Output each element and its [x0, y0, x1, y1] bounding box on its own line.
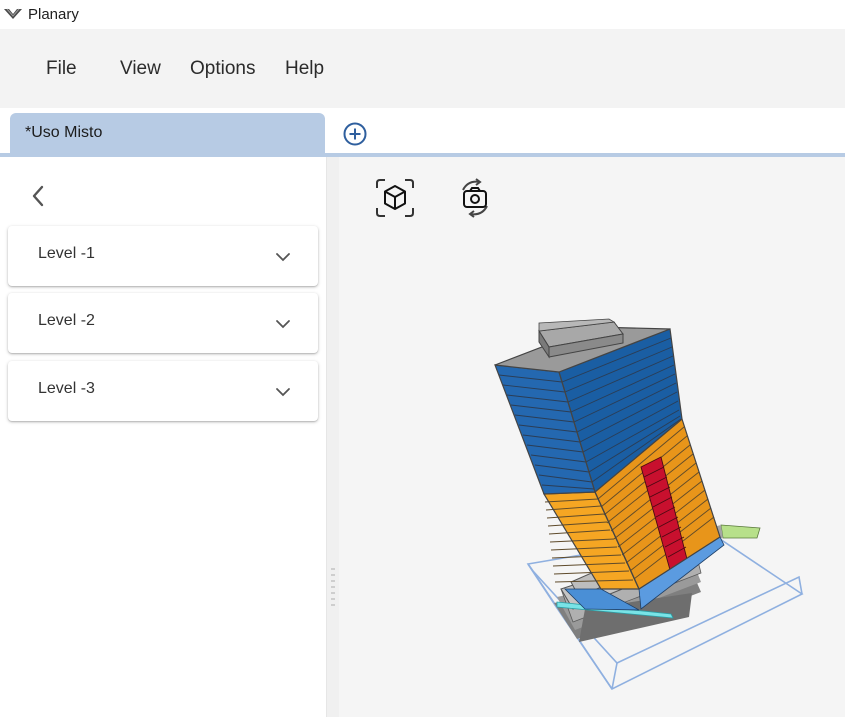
chevron-down-icon[interactable] — [274, 383, 292, 401]
level-label: Level -1 — [38, 245, 95, 262]
menu-view[interactable]: View — [120, 58, 161, 80]
title-bar: Planary — [0, 0, 845, 29]
planary-logo-icon — [4, 8, 22, 19]
level-label: Level -2 — [38, 312, 95, 329]
sidebar: Level -1 Level -2 Level -3 — [0, 157, 326, 717]
menu-file[interactable]: File — [46, 58, 77, 80]
tab-uso-misto[interactable]: *Uso Misto — [10, 113, 325, 155]
drag-grip-icon[interactable] — [331, 567, 335, 611]
level-card-2[interactable]: Level -2 — [8, 293, 318, 353]
chevron-down-icon[interactable] — [274, 315, 292, 333]
chevron-down-icon[interactable] — [274, 248, 292, 266]
tab-bar: *Uso Misto — [0, 108, 845, 155]
plus-circle-icon[interactable] — [342, 121, 368, 147]
panel-splitter[interactable] — [326, 157, 339, 717]
tab-label: *Uso Misto — [25, 124, 103, 141]
menu-options[interactable]: Options — [190, 58, 255, 80]
3d-viewport[interactable] — [339, 157, 845, 717]
level-card-1[interactable]: Level -1 — [8, 226, 318, 286]
app-title: Planary — [28, 6, 79, 23]
building-3d-model — [494, 318, 804, 691]
chevron-left-icon[interactable] — [26, 181, 50, 211]
menu-help[interactable]: Help — [285, 58, 324, 80]
menu-bar: File View Options Help — [0, 29, 845, 108]
level-card-3[interactable]: Level -3 — [8, 361, 318, 421]
level-label: Level -3 — [38, 380, 95, 397]
